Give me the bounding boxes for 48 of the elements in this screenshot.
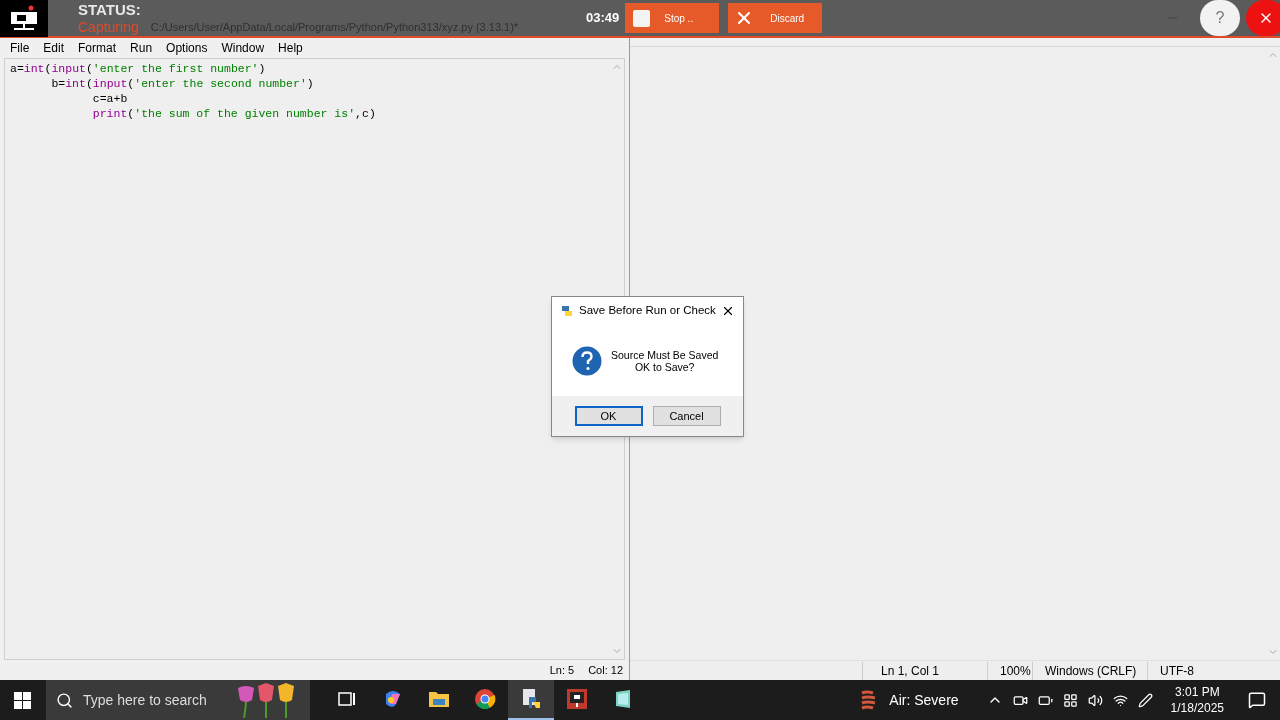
speaker-icon[interactable] <box>1087 692 1103 708</box>
recorder-icon[interactable] <box>566 688 588 710</box>
wifi-icon[interactable] <box>1112 692 1128 708</box>
status-text: Ln 1, Col 1 <box>862 661 987 680</box>
help-button[interactable]: ? <box>1200 0 1240 36</box>
menu-item[interactable]: Options <box>166 39 208 57</box>
status-text: 100% <box>987 661 1032 680</box>
dialog-message: OK to Save? <box>634 360 695 373</box>
python-icon <box>560 304 574 318</box>
menu-item[interactable]: Help <box>278 39 303 57</box>
code-line: print('the sum of the given number is',c) <box>91 106 377 121</box>
notifications-icon[interactable] <box>1248 691 1266 709</box>
python-file-icon[interactable] <box>520 688 542 710</box>
status-label: STATUS: <box>78 2 142 17</box>
stop-button[interactable]: Stop .. <box>625 3 720 33</box>
menu-item[interactable]: Format <box>78 39 117 57</box>
clock-time[interactable]: 3:01 PM <box>1174 684 1220 700</box>
folder-icon[interactable] <box>428 689 450 709</box>
display-icon[interactable] <box>1062 692 1078 708</box>
menu-item[interactable]: Window <box>221 39 265 57</box>
code-line: b=int(input('enter the second number') <box>50 76 315 91</box>
search-field[interactable]: Type here to search <box>46 680 310 720</box>
task-view-icon[interactable] <box>337 689 357 709</box>
dialog-button[interactable]: Cancel <box>652 406 721 426</box>
close-button[interactable] <box>1246 0 1280 36</box>
capturing-label: Capturing <box>78 20 139 34</box>
code-line: a=int(input('enter the first number') <box>10 61 267 76</box>
discard-button[interactable]: Discard <box>728 3 823 33</box>
search-icon <box>56 691 73 709</box>
menu-item[interactable]: Run <box>130 39 153 57</box>
camera-monitor-icon <box>9 5 39 31</box>
menu-item[interactable]: Edit <box>43 39 65 57</box>
timer: 03:49 <box>586 9 620 28</box>
status-text: Ln: 5 <box>549 662 575 678</box>
pen-icon[interactable] <box>1137 692 1153 708</box>
status-text: Col: 12 <box>588 662 623 678</box>
browser-icon[interactable] <box>474 688 496 710</box>
status-text: Windows (CRLF) <box>1032 661 1147 680</box>
dialog-button[interactable]: OK <box>574 406 643 426</box>
question-icon <box>572 345 602 376</box>
clock-date[interactable]: 1/18/2025 <box>1170 700 1224 716</box>
close-icon[interactable] <box>721 304 735 318</box>
menu-item[interactable]: File <box>10 39 30 57</box>
status-text: UTF-8 <box>1147 661 1194 680</box>
code-line: c=a+b <box>91 91 129 106</box>
weather-text[interactable]: Air: Severe <box>889 689 959 711</box>
windows-logo-icon[interactable] <box>14 691 31 709</box>
stop-square-icon <box>633 9 651 27</box>
